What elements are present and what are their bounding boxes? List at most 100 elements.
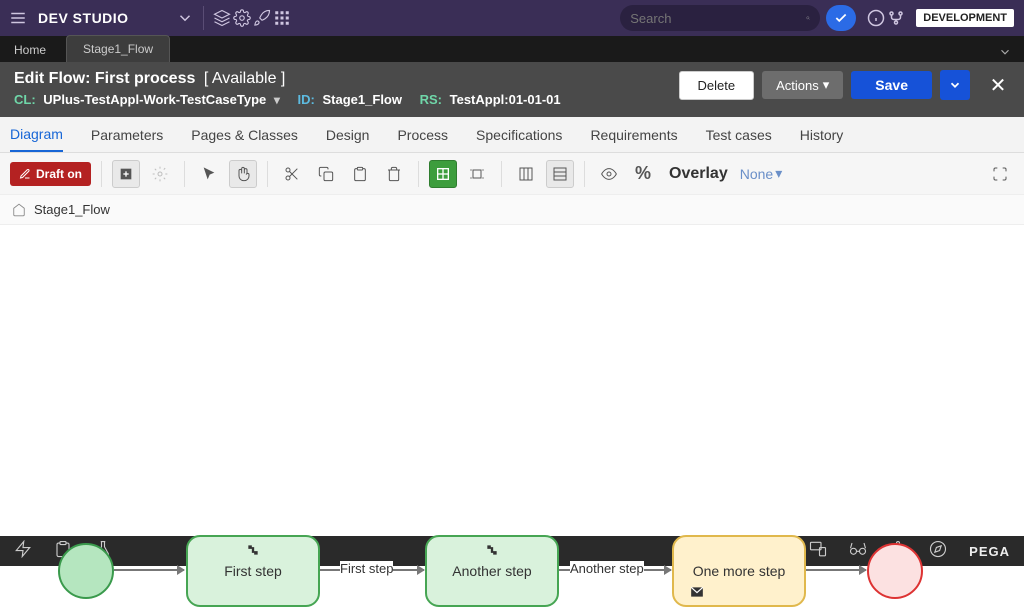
assignment-icon (244, 543, 262, 557)
meta-cl-label: CL: (14, 92, 36, 107)
actions-label: Actions (776, 78, 819, 93)
chevron-down-icon: ▾ (823, 77, 830, 93)
delete-button[interactable]: Delete (679, 71, 755, 100)
flow-step-1[interactable]: First step (186, 535, 320, 607)
compass-icon[interactable] (929, 540, 947, 563)
paste-button[interactable] (346, 160, 374, 188)
pan-tool[interactable] (229, 160, 257, 188)
subtab-requirements[interactable]: Requirements (590, 119, 677, 151)
pointer-tool[interactable] (195, 160, 223, 188)
subtab-testcases[interactable]: Test cases (706, 119, 772, 151)
flow-step-2-label: Another step (452, 563, 531, 579)
tab-home[interactable]: Home (0, 38, 60, 62)
rocket-icon[interactable] (252, 8, 272, 28)
divider (584, 161, 585, 187)
breadcrumb-item[interactable]: Stage1_Flow (34, 202, 110, 217)
rule-header: Edit Flow: First process [ Available ] C… (0, 62, 1024, 117)
mail-icon (688, 585, 706, 599)
flow-connector-label[interactable]: Another step (570, 561, 644, 576)
zoom-fit-button[interactable] (429, 160, 457, 188)
percent-button[interactable]: % (629, 160, 657, 188)
gear-button[interactable] (146, 160, 174, 188)
gear-icon[interactable] (232, 8, 252, 28)
meta-id-value: Stage1_Flow (323, 92, 402, 107)
meta-cl-value[interactable]: UPlus-TestAppl-Work-TestCaseType (43, 92, 266, 107)
flow-canvas[interactable]: First step First step Another step Anoth… (0, 225, 1024, 536)
meta-id-label: ID: (298, 92, 315, 107)
app-switch-chevron-icon[interactable] (175, 8, 195, 28)
breadcrumb-bar: Stage1_Flow (0, 195, 1024, 225)
flow-connector[interactable] (114, 569, 184, 571)
apps-grid-icon[interactable] (272, 8, 292, 28)
divider (418, 161, 419, 187)
diagram-toolbar: Draft on % Overlay None▾ (0, 153, 1024, 195)
rule-title: Edit Flow: First process [ Available ] (14, 70, 679, 88)
home-icon[interactable] (12, 203, 26, 217)
app-title: DEV STUDIO (38, 10, 129, 26)
flow-start-node[interactable] (58, 543, 114, 599)
overlay-value: None (740, 166, 773, 182)
bolt-icon[interactable] (14, 540, 32, 563)
tab-active[interactable]: Stage1_Flow (66, 35, 170, 62)
search-input[interactable] (630, 11, 806, 26)
commit-button[interactable] (826, 5, 856, 31)
search-box[interactable] (620, 5, 820, 31)
rule-title-text: Edit Flow: First process (14, 70, 195, 87)
rule-status: [ Available ] (204, 70, 286, 87)
chevron-down-icon[interactable]: ▾ (274, 93, 280, 107)
overlay-select[interactable]: None▾ (740, 165, 783, 182)
subtab-pages[interactable]: Pages & Classes (191, 119, 298, 151)
draft-label: Draft on (36, 167, 82, 181)
rule-meta: CL: UPlus-TestAppl-Work-TestCaseType ▾ I… (14, 92, 679, 107)
subtab-parameters[interactable]: Parameters (91, 119, 163, 151)
close-icon[interactable]: ✕ (986, 73, 1010, 98)
draft-toggle[interactable]: Draft on (10, 162, 91, 186)
save-button[interactable]: Save (851, 71, 932, 99)
flow-connector-label[interactable]: First step (340, 561, 393, 576)
environment-badge: DEVELOPMENT (916, 9, 1014, 27)
flow-connector[interactable] (806, 569, 866, 571)
tabrow-chevron-icon[interactable] (986, 45, 1024, 62)
flow-step-2[interactable]: Another step (425, 535, 559, 607)
glasses-icon[interactable] (849, 540, 867, 563)
divider (203, 6, 204, 30)
layout-h-button[interactable] (512, 160, 540, 188)
layout-v-button[interactable] (546, 160, 574, 188)
flow-step-3-label: One more step (693, 563, 786, 579)
search-icon (806, 11, 810, 25)
divider (501, 161, 502, 187)
add-shape-button[interactable] (112, 160, 140, 188)
chevron-down-icon: ▾ (775, 165, 782, 182)
subtab-process[interactable]: Process (397, 119, 448, 151)
visibility-button[interactable] (595, 160, 623, 188)
info-icon[interactable] (866, 8, 886, 28)
subtab-design[interactable]: Design (326, 119, 370, 151)
meta-rs-label: RS: (420, 92, 442, 107)
save-menu-button[interactable] (940, 70, 970, 100)
brand-label: PEGA (969, 544, 1010, 559)
cube-icon[interactable] (212, 8, 232, 28)
branch-icon[interactable] (886, 8, 906, 28)
copy-button[interactable] (312, 160, 340, 188)
fullscreen-button[interactable] (986, 160, 1014, 188)
zoom-selection-button[interactable] (463, 160, 491, 188)
menu-icon[interactable] (8, 8, 28, 28)
tab-row: Home Stage1_Flow (0, 36, 1024, 62)
divider (101, 161, 102, 187)
subtab-diagram[interactable]: Diagram (10, 118, 63, 152)
devices-icon[interactable] (809, 540, 827, 563)
flow-step-1-label: First step (224, 563, 282, 579)
assignment-icon (483, 543, 501, 557)
rule-subtabs: Diagram Parameters Pages & Classes Desig… (0, 117, 1024, 153)
meta-rs-value: TestAppl:01-01-01 (450, 92, 561, 107)
overlay-label: Overlay (669, 165, 728, 183)
subtab-history[interactable]: History (800, 119, 844, 151)
divider (184, 161, 185, 187)
divider (267, 161, 268, 187)
delete-button-tool[interactable] (380, 160, 408, 188)
flow-end-node[interactable] (867, 543, 923, 599)
cut-button[interactable] (278, 160, 306, 188)
flow-step-3[interactable]: One more step (672, 535, 806, 607)
actions-button[interactable]: Actions ▾ (762, 71, 843, 99)
subtab-specifications[interactable]: Specifications (476, 119, 562, 151)
